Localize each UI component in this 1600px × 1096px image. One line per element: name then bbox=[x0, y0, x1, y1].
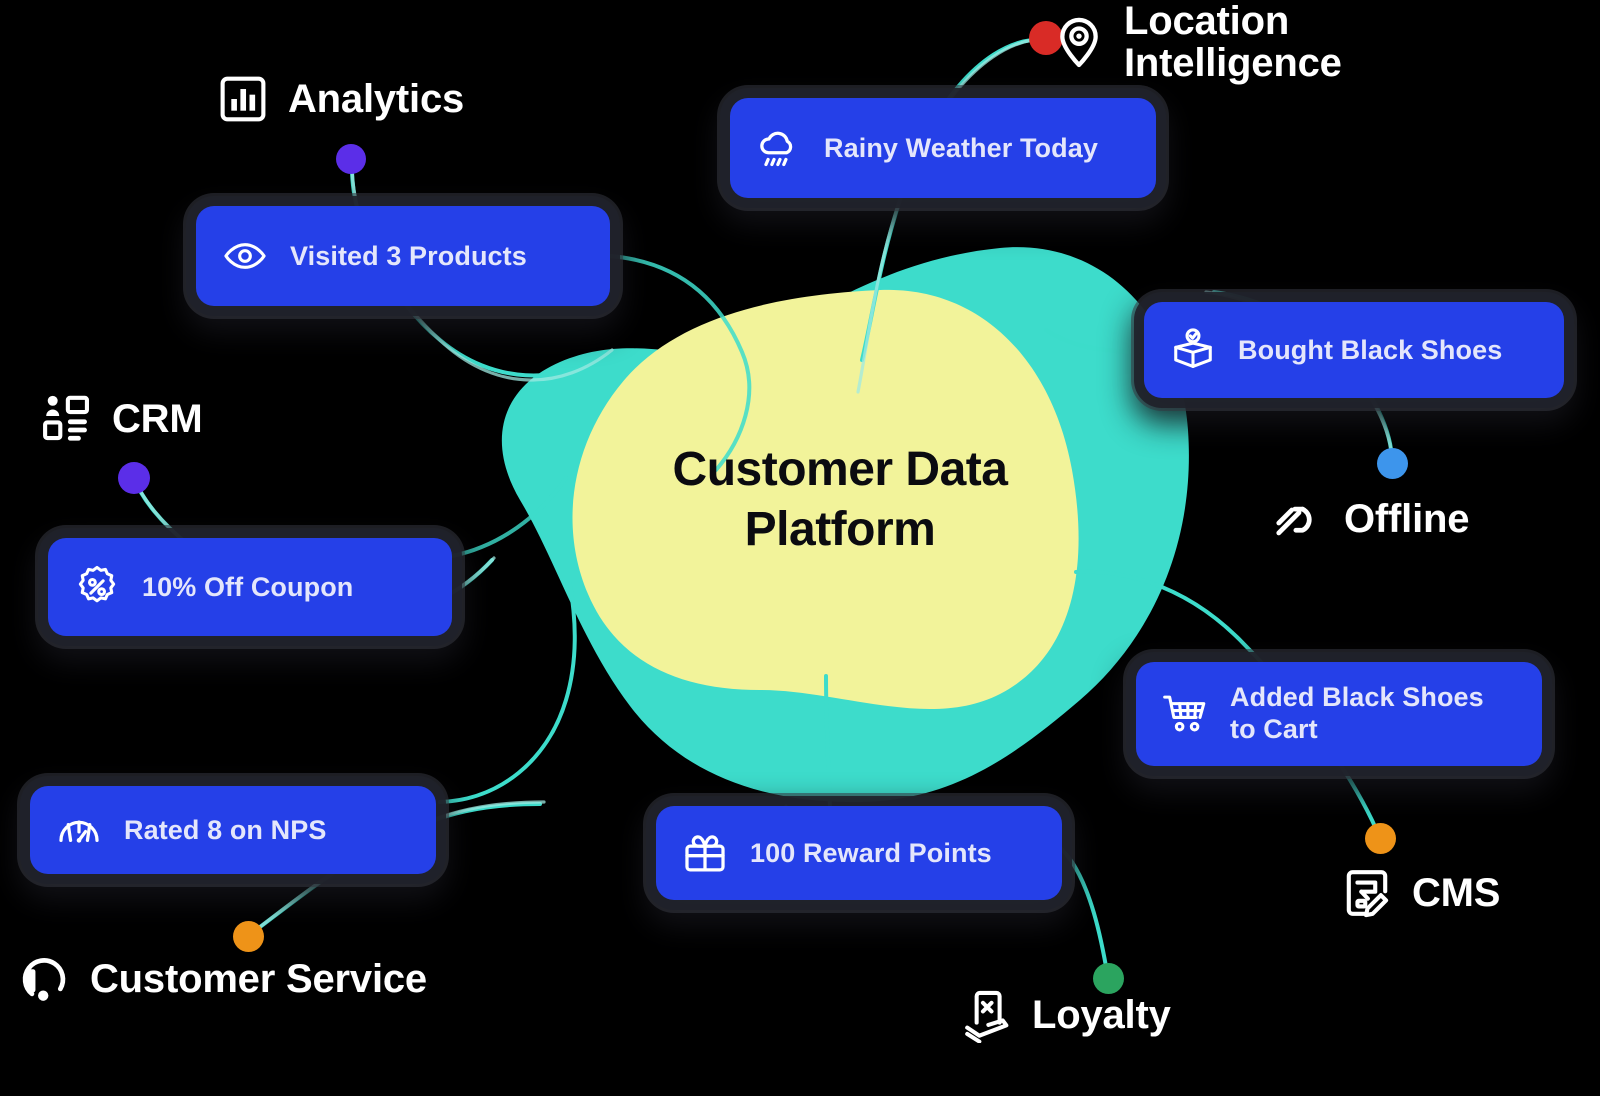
diagram-canvas: Visited 3 Products Rainy Weather Today B… bbox=[0, 0, 1600, 1096]
map-pin-icon bbox=[1052, 15, 1106, 69]
source-crm[interactable]: CRM bbox=[40, 392, 203, 446]
source-analytics[interactable]: Analytics bbox=[216, 72, 464, 126]
source-label-text: CMS bbox=[1412, 870, 1501, 915]
source-loyalty[interactable]: Loyalty bbox=[960, 988, 1171, 1043]
source-label-text: Offline bbox=[1344, 496, 1470, 541]
source-offline[interactable]: Offline bbox=[1272, 492, 1469, 546]
source-cms[interactable]: CMS bbox=[1340, 866, 1500, 920]
source-label-text: Customer Service bbox=[90, 956, 427, 1001]
source-location-intelligence[interactable]: Location Intelligence bbox=[1052, 0, 1342, 85]
source-label-text: Loyalty bbox=[1032, 992, 1171, 1037]
cms-doc-icon bbox=[1340, 866, 1394, 920]
contacts-icon bbox=[40, 392, 94, 446]
source-label-group: Analytics Location Intelligence CRM Offl… bbox=[0, 0, 1600, 1096]
bar-chart-icon bbox=[216, 72, 270, 126]
loyalty-card-icon bbox=[960, 988, 1014, 1043]
source-label-text: Analytics bbox=[288, 76, 465, 121]
source-customer-service[interactable]: Customer Service bbox=[18, 952, 427, 1006]
source-label-text: Location Intelligence bbox=[1124, 0, 1342, 86]
offline-slash-icon bbox=[1272, 492, 1326, 546]
source-label-text: CRM bbox=[112, 396, 203, 441]
headset-icon bbox=[18, 952, 72, 1006]
